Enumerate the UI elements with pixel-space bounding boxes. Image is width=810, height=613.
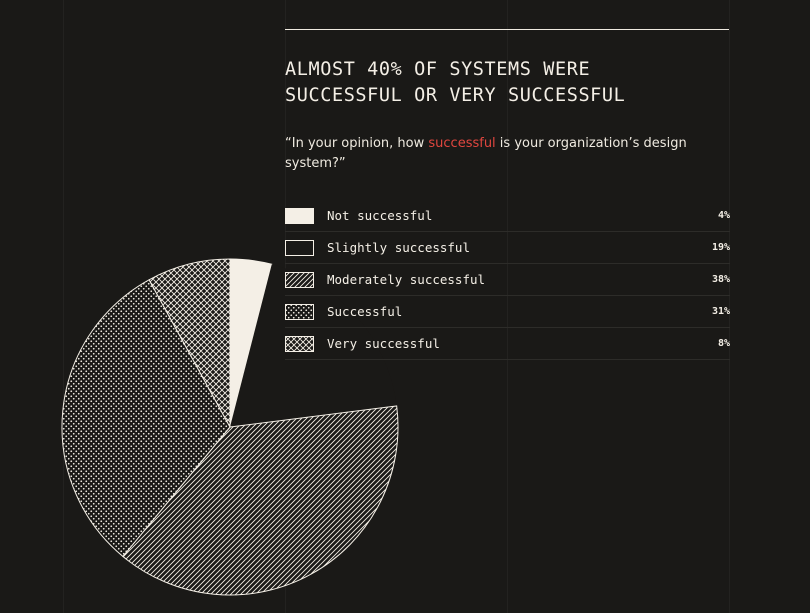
legend-swatch (285, 207, 314, 224)
legend-row-very-successful: Very successful 8% (285, 328, 730, 360)
legend-label: Successful (327, 304, 403, 319)
chart-title: ALMOST 40% OF SYSTEMS WERE SUCCESSFUL OR… (285, 57, 730, 109)
legend-swatch (285, 335, 314, 352)
survey-question: “In your opinion, how successful is your… (285, 134, 695, 174)
legend-swatch (285, 271, 314, 288)
survey-question-highlight: successful (428, 136, 496, 151)
legend-row-moderately-successful: Moderately successful 38% (285, 264, 730, 296)
legend-value: 4% (717, 210, 730, 221)
legend-value: 8% (717, 338, 730, 349)
legend-row-not-successful: Not successful 4% (285, 200, 730, 232)
legend-row-successful: Successful 31% (285, 296, 730, 328)
legend-swatch (285, 239, 314, 256)
legend-label: Very successful (327, 336, 440, 351)
legend-label: Not successful (327, 208, 433, 223)
chart-title-line-2: SUCCESSFUL OR VERY SUCCESSFUL (285, 85, 626, 106)
header-rule (285, 29, 729, 30)
legend-value: 38% (711, 274, 730, 285)
legend-label: Slightly successful (327, 240, 470, 255)
legend-swatch (285, 303, 314, 320)
chart-title-line-1: ALMOST 40% OF SYSTEMS WERE (285, 59, 591, 80)
chart-legend: Not successful 4% Slightly successful 19% Mo… (285, 200, 730, 360)
legend-label: Moderately successful (327, 272, 486, 287)
legend-value: 19% (711, 242, 730, 253)
legend-value: 31% (711, 306, 730, 317)
survey-question-start: “In your opinion, how (285, 136, 429, 151)
legend-row-slightly-successful: Slightly successful 19% (285, 232, 730, 264)
